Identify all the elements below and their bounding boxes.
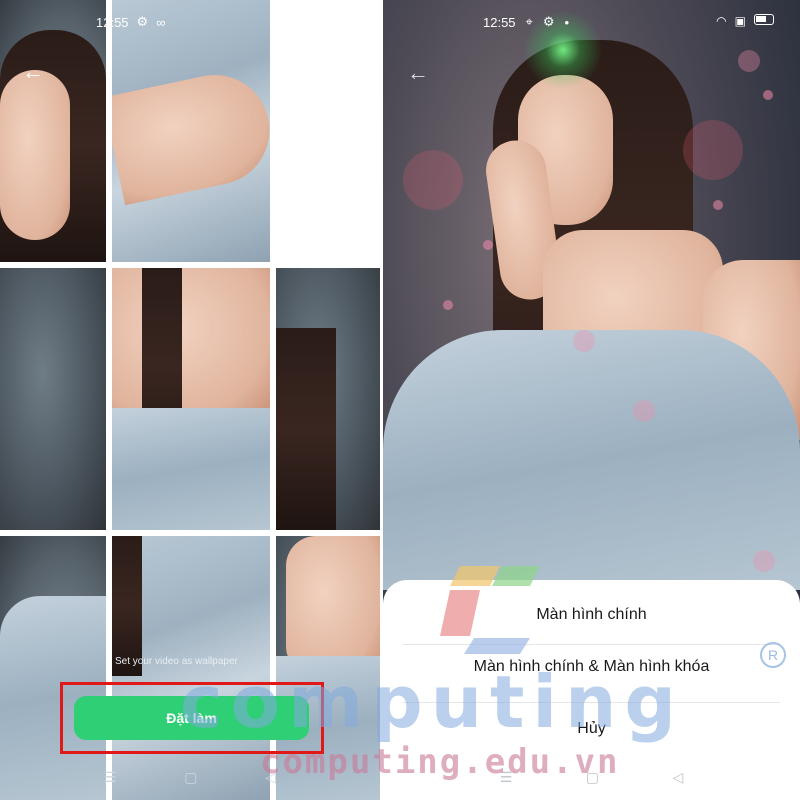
video-tile[interactable] xyxy=(276,536,380,800)
hint-text: Set your video as wallpaper xyxy=(115,656,238,667)
divider xyxy=(403,702,780,703)
highlight-box xyxy=(60,682,324,754)
location-icon: ⌖ xyxy=(525,14,533,29)
status-time: 12:55 xyxy=(96,14,129,30)
wifi-icon: ◠ xyxy=(716,14,727,28)
video-tile[interactable] xyxy=(112,0,270,262)
back-icon[interactable]: ◁ xyxy=(265,769,276,786)
navigation-bar: ☰ ▢ ◁ xyxy=(0,769,380,786)
back-arrow-icon[interactable]: ← xyxy=(22,60,46,84)
navigation-bar: ☰ ▢ ◁ xyxy=(383,769,800,786)
infinity-status-icon: ∞ xyxy=(156,14,166,30)
status-bar: 12:55 ⌖ ⚙ • xyxy=(483,14,569,30)
right-phone-screen: 12:55 ⌖ ⚙ • ◠ ▣ ← Màn hình chính Màn hìn… xyxy=(383,0,800,800)
video-tile[interactable] xyxy=(0,268,106,530)
home-icon[interactable]: ▢ xyxy=(184,769,197,786)
status-time: 12:55 xyxy=(483,14,516,30)
left-phone-screen: 12:55 ⚙ ∞ ← Set your video as wallpaper … xyxy=(0,0,380,800)
face xyxy=(0,70,70,240)
video-tile[interactable] xyxy=(0,0,106,262)
video-tile[interactable] xyxy=(112,268,270,530)
settings-status-icon: ⚙ xyxy=(542,14,555,29)
home-icon[interactable]: ▢ xyxy=(586,769,599,786)
back-icon[interactable]: ◁ xyxy=(672,769,683,786)
dot-icon: • xyxy=(564,14,570,30)
settings-status-icon: ⚙ xyxy=(136,14,149,29)
video-tile[interactable] xyxy=(0,536,106,800)
option-home-screen[interactable]: Màn hình chính xyxy=(383,606,800,624)
option-home-and-lock-screen[interactable]: Màn hình chính & Màn hình khóa xyxy=(383,658,800,676)
video-tile[interactable] xyxy=(112,536,270,800)
status-bar: 12:55 ⚙ ∞ xyxy=(96,14,165,30)
preview-dress xyxy=(383,330,800,590)
battery-icon xyxy=(754,14,774,25)
menu-icon[interactable]: ☰ xyxy=(500,769,513,786)
option-cancel[interactable]: Hủy xyxy=(383,720,800,738)
divider xyxy=(403,644,780,645)
video-tile[interactable] xyxy=(276,268,380,530)
wallpaper-options-sheet: Màn hình chính Màn hình chính & Màn hình… xyxy=(383,580,800,800)
status-icons: ◠ ▣ xyxy=(716,14,774,28)
menu-icon[interactable]: ☰ xyxy=(104,769,117,786)
sim-icon: ▣ xyxy=(734,14,746,28)
back-arrow-icon[interactable]: ← xyxy=(407,60,429,86)
